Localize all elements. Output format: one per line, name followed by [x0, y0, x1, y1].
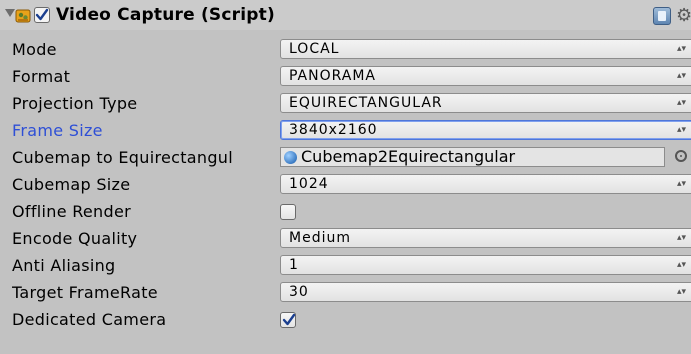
row-projection-type: Projection Type EQUIRECTANGULAR ▴▾ — [0, 92, 691, 115]
anti-aliasing-dropdown[interactable]: 1 ▴▾ — [280, 255, 691, 275]
cubemap-to-equirect-label: Cubemap to Equirectangul — [12, 148, 233, 167]
dedicated-camera-label: Dedicated Camera — [12, 310, 167, 329]
format-label: Format — [12, 67, 71, 86]
dropdown-arrows-icon: ▴▾ — [676, 125, 686, 135]
component-header: Video Capture (Script) ⚙ — [0, 0, 691, 30]
row-encode-quality: Encode Quality Medium ▴▾ — [0, 227, 691, 250]
frame-size-dropdown[interactable]: 3840x2160 ▴▾ — [280, 120, 691, 140]
row-target-framerate: Target FrameRate 30 ▴▾ — [0, 281, 691, 304]
material-sphere-icon — [284, 151, 297, 164]
mode-label: Mode — [12, 40, 57, 59]
projection-type-value: EQUIRECTANGULAR — [289, 95, 443, 111]
cubemap-size-value: 1024 — [289, 176, 329, 192]
format-dropdown[interactable]: PANORAMA ▴▾ — [280, 66, 691, 86]
dropdown-arrows-icon: ▴▾ — [676, 44, 686, 54]
format-value: PANORAMA — [289, 68, 377, 84]
encode-quality-label: Encode Quality — [12, 229, 138, 248]
projection-type-label: Projection Type — [12, 94, 138, 113]
target-framerate-value: 30 — [289, 284, 309, 300]
frame-size-value: 3840x2160 — [289, 122, 378, 138]
cubemap-size-dropdown[interactable]: 1024 ▴▾ — [280, 174, 691, 194]
cubemap-to-equirect-object-field[interactable]: Cubemap2Equirectangular — [280, 147, 665, 167]
cubemap-size-label: Cubemap Size — [12, 175, 131, 194]
checkmark-icon — [282, 313, 296, 326]
row-cubemap-size: Cubemap Size 1024 ▴▾ — [0, 173, 691, 196]
mode-value: LOCAL — [289, 41, 340, 57]
object-picker-icon[interactable] — [675, 150, 687, 162]
component-enabled-checkbox[interactable] — [34, 7, 50, 23]
checkmark-icon — [35, 8, 49, 21]
row-dedicated-camera: Dedicated Camera — [0, 308, 691, 331]
help-book-icon[interactable] — [653, 7, 671, 25]
dropdown-arrows-icon: ▴▾ — [676, 260, 686, 270]
dropdown-arrows-icon: ▴▾ — [676, 233, 686, 243]
row-cubemap-to-equirect: Cubemap to Equirectangul Cubemap2Equirec… — [0, 146, 691, 169]
gear-icon[interactable]: ⚙ — [676, 7, 691, 25]
cubemap-to-equirect-value: Cubemap2Equirectangular — [301, 147, 516, 166]
dropdown-arrows-icon: ▴▾ — [676, 71, 686, 81]
target-framerate-dropdown[interactable]: 30 ▴▾ — [280, 282, 691, 302]
dropdown-arrows-icon: ▴▾ — [676, 98, 686, 108]
target-framerate-label: Target FrameRate — [12, 283, 158, 302]
frame-size-label: Frame Size — [12, 121, 103, 140]
anti-aliasing-value: 1 — [289, 257, 299, 273]
row-mode: Mode LOCAL ▴▾ — [0, 38, 691, 61]
offline-render-label: Offline Render — [12, 202, 131, 221]
script-component-icon — [15, 9, 31, 23]
encode-quality-value: Medium — [289, 230, 351, 246]
foldout-arrow-icon[interactable] — [5, 9, 15, 17]
row-frame-size: Frame Size 3840x2160 ▴▾ — [0, 119, 691, 142]
mode-dropdown[interactable]: LOCAL ▴▾ — [280, 39, 691, 59]
offline-render-checkbox[interactable] — [280, 204, 296, 220]
row-anti-aliasing: Anti Aliasing 1 ▴▾ — [0, 254, 691, 277]
dropdown-arrows-icon: ▴▾ — [676, 179, 686, 189]
projection-type-dropdown[interactable]: EQUIRECTANGULAR ▴▾ — [280, 93, 691, 113]
dropdown-arrows-icon: ▴▾ — [676, 287, 686, 297]
dedicated-camera-checkbox[interactable] — [280, 312, 296, 328]
anti-aliasing-label: Anti Aliasing — [12, 256, 116, 275]
component-title: Video Capture (Script) — [56, 5, 275, 25]
encode-quality-dropdown[interactable]: Medium ▴▾ — [280, 228, 691, 248]
row-offline-render: Offline Render — [0, 200, 691, 223]
row-format: Format PANORAMA ▴▾ — [0, 65, 691, 88]
